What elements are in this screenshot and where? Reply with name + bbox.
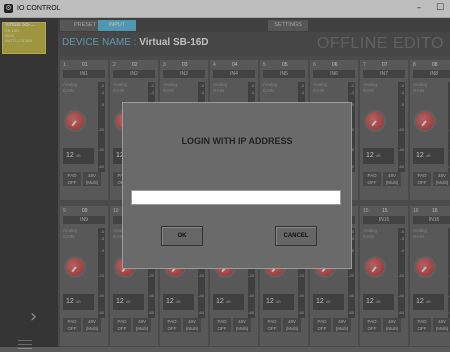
ok-button[interactable]: OK [161, 226, 203, 246]
cancel-button[interactable]: CANCEL [275, 226, 317, 246]
login-dialog: LOGIN WITH IP ADDRESS OK CANCEL [122, 102, 352, 269]
dialog-title: LOGIN WITH IP ADDRESS [181, 136, 293, 146]
ip-address-input[interactable] [131, 190, 341, 205]
